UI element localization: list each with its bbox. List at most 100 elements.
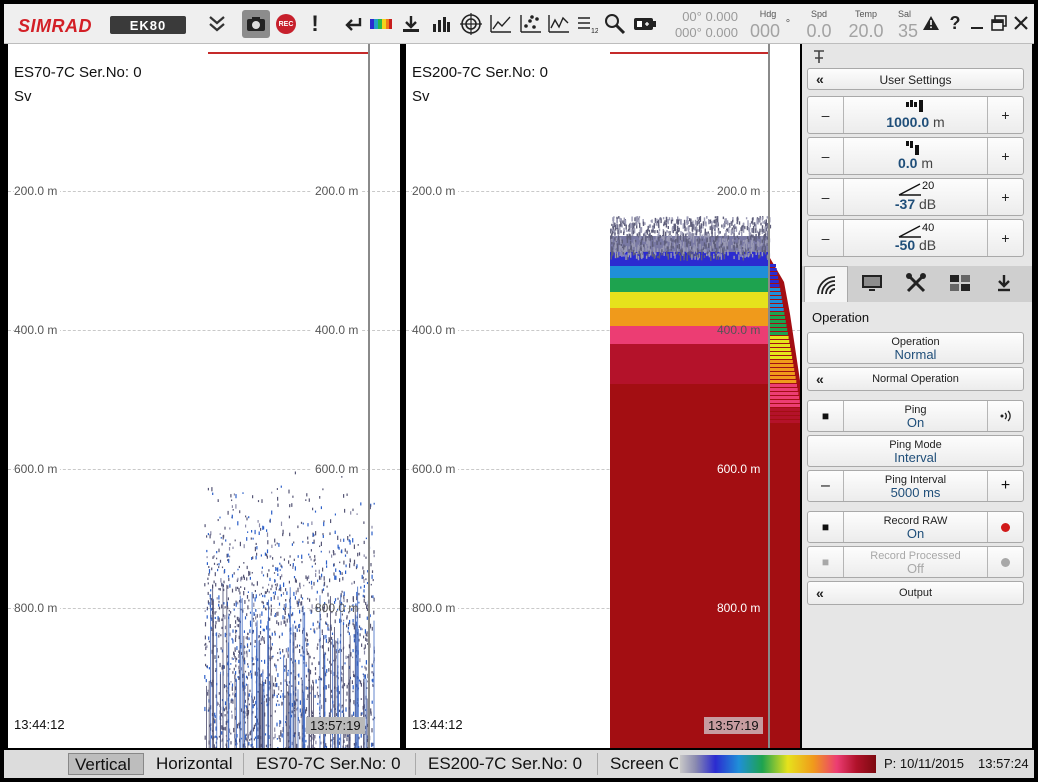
tab-vertical[interactable]: Vertical [68, 753, 144, 775]
depth-label: 600.0 m [412, 462, 459, 476]
user-settings-label: User Settings [879, 73, 952, 87]
start-range-value: 0.0 [897, 155, 918, 171]
position-latitude: 00° 0.000 [682, 9, 738, 24]
start-range-increase-button[interactable]: + [987, 138, 1023, 174]
magnifier-icon[interactable] [602, 10, 628, 38]
gain40-scale: 40 [922, 222, 935, 234]
panel-divider[interactable] [368, 44, 370, 748]
depth-label: 200.0 m [412, 184, 459, 198]
tab-es200[interactable]: ES200-7C Ser.No: 0 [422, 753, 598, 775]
depth-label: 400.0 m [717, 323, 761, 337]
install-tab-icon[interactable] [982, 266, 1026, 300]
range-increase-button[interactable]: + [987, 97, 1023, 133]
depth-label: 400.0 m [312, 323, 362, 337]
display-tab-icon[interactable] [850, 266, 894, 300]
range-icon [906, 100, 923, 112]
tab-horizontal[interactable]: Horizontal [150, 753, 244, 775]
normal-operation-label: Normal Operation [872, 373, 959, 385]
ping-mode-button[interactable]: Ping Mode Interval [807, 435, 1024, 467]
depth-label: 200.0 m [312, 184, 362, 198]
depth-label: 600.0 m [717, 462, 761, 476]
gain40-unit: dB [919, 237, 937, 253]
pin-icon[interactable] [812, 50, 826, 67]
echogram-panel-es70[interactable]: ES70-7C Ser.No: 0 Sv 200.0 m 400.0 m 600… [8, 44, 400, 748]
ping-interval-decrease-button[interactable]: – [808, 471, 844, 501]
gain20-decrease-button[interactable]: – [808, 179, 844, 215]
close-icon[interactable] [1010, 12, 1032, 34]
gain20-increase-button[interactable]: + [987, 179, 1023, 215]
status-date: P: 10/11/2015 [884, 756, 964, 771]
tvg-40-gain-stepper[interactable]: – 40 -50 dB + [807, 219, 1024, 257]
echogram-title: ES200-7C Ser.No: 0 [412, 64, 548, 81]
color-scale-icon[interactable] [368, 10, 394, 38]
record-raw-value: On [906, 526, 925, 541]
normal-operation-button[interactable]: « Normal Operation [807, 367, 1024, 391]
numbered-list-icon[interactable]: 123 [574, 10, 600, 38]
start-range-stepper[interactable]: – 0.0 m + [807, 137, 1024, 175]
output-label: Output [898, 587, 933, 599]
layout-tab-icon[interactable] [938, 266, 982, 300]
scatter-icon[interactable] [518, 10, 544, 38]
trend-icon[interactable] [488, 10, 514, 38]
ping-control[interactable]: ■ Ping On [807, 400, 1024, 432]
range-stepper[interactable]: – 1000.0 m + [807, 96, 1024, 134]
range-unit: m [933, 114, 945, 130]
temperature-label: Temp [854, 9, 877, 19]
minimize-icon[interactable] [966, 12, 988, 34]
operation-button[interactable]: Operation Normal [807, 332, 1024, 364]
tab-screen[interactable]: Screen C [604, 753, 678, 775]
warning-icon[interactable] [920, 12, 942, 34]
color-scale-bar [680, 755, 876, 773]
record-processed-control[interactable]: ■ Record Processed Off [807, 546, 1024, 578]
stop-square-icon[interactable]: ■ [808, 401, 844, 431]
download-icon[interactable] [398, 10, 424, 38]
restore-icon[interactable] [988, 12, 1010, 34]
output-button[interactable]: « Output [807, 581, 1024, 605]
ping-interval-stepper[interactable]: – Ping Interval 5000 ms + [807, 470, 1024, 502]
echo-layer [610, 278, 770, 292]
collapse-chevrons-icon[interactable] [204, 10, 230, 38]
screenshot-camera-icon[interactable] [242, 10, 270, 38]
simrad-logo: SIMRAD [18, 15, 92, 36]
gain40-display: 40 -50 dB [844, 220, 987, 256]
gain20-scale: 20 [922, 180, 935, 192]
echogram-variable: Sv [14, 88, 32, 105]
alarm-exclamation-icon[interactable]: ! [302, 10, 328, 38]
battery-icon [632, 10, 658, 38]
range-decrease-button[interactable]: – [808, 97, 844, 133]
depth-label: 800.0 m [412, 601, 459, 615]
svg-text:123: 123 [591, 28, 598, 34]
start-range-decrease-button[interactable]: – [808, 138, 844, 174]
start-range-icon [906, 141, 919, 155]
echogram-panel-es200[interactable]: ES200-7C Ser.No: 0 Sv 200.0 m 400.0 m 60… [406, 44, 800, 748]
depth-label: 800.0 m [315, 601, 359, 615]
panel-divider[interactable] [768, 44, 770, 748]
record-icon[interactable]: REC [276, 14, 296, 34]
tvg-20-gain-stepper[interactable]: – 20 -37 dB + [807, 178, 1024, 216]
setup-tools-tab-icon[interactable] [894, 266, 938, 300]
gain40-increase-button[interactable]: + [987, 220, 1023, 256]
bar-chart-icon[interactable] [428, 10, 454, 38]
target-icon[interactable] [458, 10, 484, 38]
user-settings-button[interactable]: « User Settings [807, 68, 1024, 90]
record-dot-icon[interactable] [987, 512, 1023, 542]
line-chart-icon[interactable] [546, 10, 572, 38]
echogram-scatter-es200 [610, 216, 800, 748]
speed-label: Spd [810, 9, 827, 19]
tab-es70[interactable]: ES70-7C Ser.No: 0 [250, 753, 416, 775]
undo-arrow-icon[interactable] [340, 10, 366, 38]
status-time: 13:57:24 [978, 756, 1029, 771]
record-raw-control[interactable]: ■ Record RAW On [807, 511, 1024, 543]
transducer-tab-icon[interactable] [804, 266, 848, 302]
ping-signal-icon[interactable] [987, 401, 1023, 431]
echo-layer [610, 292, 770, 308]
echogram-title: ES70-7C Ser.No: 0 [14, 64, 142, 81]
start-range-display: 0.0 m [844, 138, 987, 174]
stop-square-icon[interactable]: ■ [808, 512, 844, 542]
depth-label: 200.0 m [714, 184, 764, 198]
gain40-decrease-button[interactable]: – [808, 220, 844, 256]
help-icon[interactable]: ? [944, 12, 966, 34]
gain20-display: 20 -37 dB [844, 179, 987, 215]
ping-interval-increase-button[interactable]: + [987, 471, 1023, 501]
status-bar: Vertical Horizontal ES70-7C Ser.No: 0 ES… [4, 750, 1034, 778]
